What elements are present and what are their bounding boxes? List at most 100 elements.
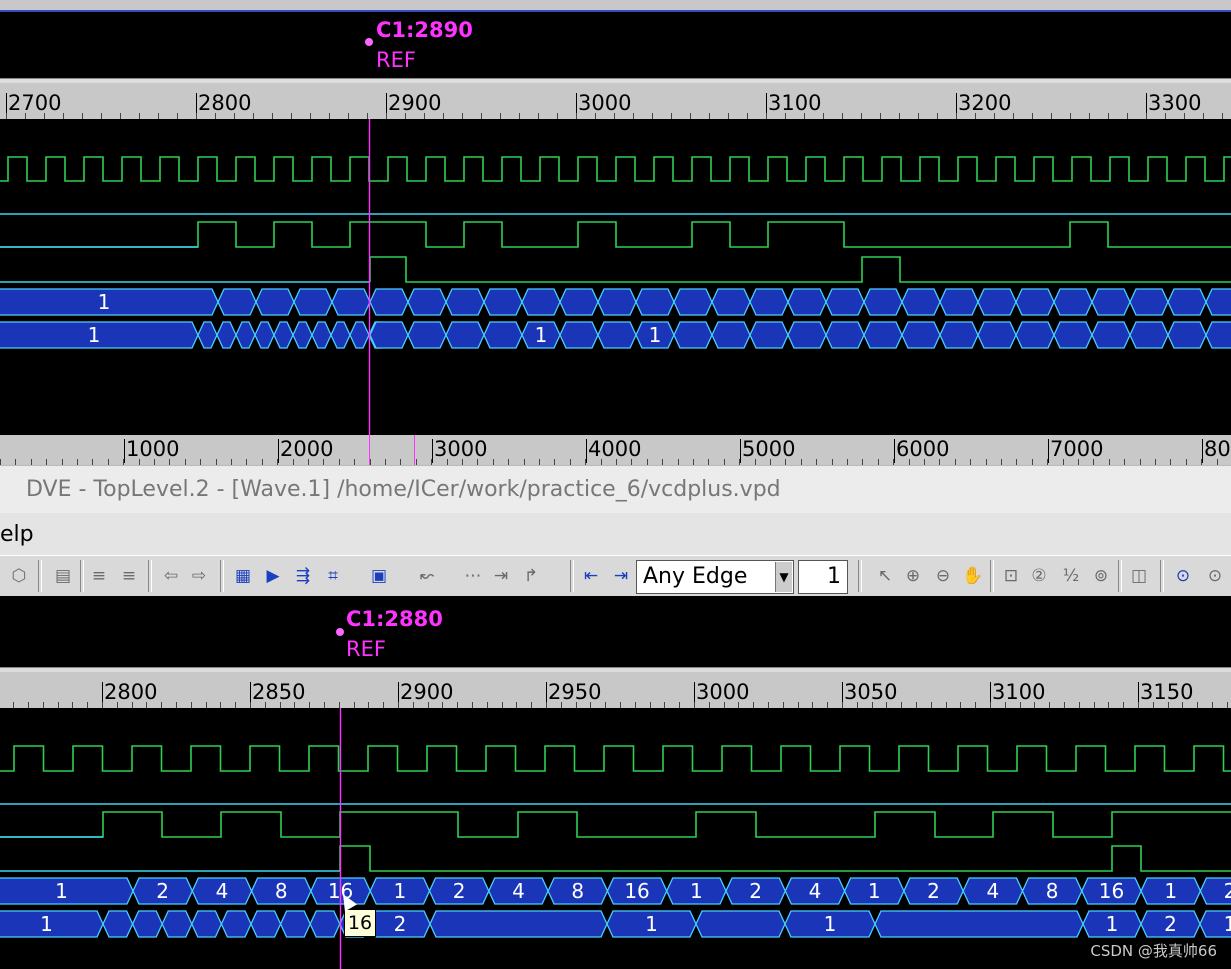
bottom-ruler-tick-label: 2950 [548,680,602,704]
top-bus-1-segment [407,288,447,316]
bottom-ruler-major-tick [694,682,695,704]
bottom-bus-1-value: 1 [393,879,406,903]
trace-driver-icon[interactable]: ⇶ [292,565,314,587]
expand-icon[interactable]: ⇥ [490,565,512,587]
toolbar: Any Edge ▼ 1 ⬡ ▤ ≡ ≡ ⇦ ⇨ ▦ ▶ ⇶ ⌗ ▣ ↜ ⋯ ⇥ ↱ ⇤ ⇥ ↖ ⊕ ⊖ ✋ ⊡ ② ½ ⊚ ◫ ⊙… [0,555,1231,597]
bottom-ruler-tick-label: 2900 [400,680,454,704]
layer-up-icon[interactable]: ≡ [88,565,110,587]
toolbar-separator [38,560,42,592]
top-bus-2-segment [1205,321,1231,349]
window-title-bar[interactable]: DVE - TopLevel.2 - [Wave.1] /home/ICer/w… [0,465,1231,514]
path-icon[interactable]: ⋯ [462,565,484,587]
top-bus-1-segment [749,288,789,316]
bottom-bus-2-value: 1 [1224,912,1231,936]
bottom-cursor-header: C1:2880 REF [0,596,1231,667]
prev-edge-icon[interactable]: ⇤ [580,565,602,587]
overview-tick-label: 2000 [280,437,334,461]
pointer-icon[interactable]: ↖ [874,565,896,587]
top-bus-1-segment [369,288,409,316]
chevron-down-icon[interactable]: ▼ [775,562,792,592]
zoom-out-icon[interactable]: ⊖ [932,565,954,587]
bottom-waveform-area[interactable]: 1 2 4 8 16 1 2 4 8 16 1 2 4 1 2 4 8 16 1 21 2 1 1 1 2 1 [0,708,1231,969]
bottom-bus-2-segment [191,910,223,938]
edge-step-input[interactable]: 1 [798,560,848,594]
top-time-ruler[interactable]: 2700 2800 2900 3000 3100 3200 3300 [0,83,1231,119]
toolbar-separator [148,560,152,592]
bus-icon[interactable]: ⬡ [8,565,30,587]
bottom-bus-2-segment [131,910,163,938]
save-icon[interactable]: ▤ [52,565,74,587]
bottom-bus-1-value: 16 [1099,879,1124,903]
top-ruler-tick-label: 2900 [388,91,442,115]
bottom-ruler-major-tick [842,682,843,704]
window-icon[interactable]: ▣ [368,565,390,587]
bottom-cursor-handle-icon[interactable] [336,628,344,636]
top-cursor-ref: REF [376,48,416,72]
menu-item-help[interactable]: elp [0,522,34,547]
overview-cursor-marker[interactable] [369,435,370,465]
bottom-bus-1-value: 1 [55,879,68,903]
bottom-ruler-major-tick [546,682,547,704]
marker-icon[interactable]: ◫ [1128,565,1150,587]
top-cursor-handle-icon[interactable] [365,38,373,46]
bottom-bus-2-segment [220,910,252,938]
top-ruler-tick-label: 3200 [958,91,1012,115]
group-icon[interactable]: ↜ [416,565,438,587]
top-bus-2-value: 1 [649,323,662,347]
go-back-icon[interactable]: ⊙ [1172,565,1194,587]
top-ruler-major-tick [766,93,767,115]
top-bus-1-segment [901,288,941,316]
top-bus-1-segment [863,288,903,316]
back-arrow-icon[interactable]: ⇦ [160,565,182,587]
overview-major-tick [1202,439,1203,463]
go-fwd-icon[interactable]: ⊙ [1204,565,1226,587]
overview-tick-label: 5000 [742,437,796,461]
bottom-time-ruler[interactable]: 2800 2850 2900 2950 3000 3050 3100 3150 [0,672,1231,708]
bottom-bus-1-value: 8 [571,879,584,903]
top-bus-2-segment [787,321,827,349]
bottom-bus-1: 1 2 4 8 16 1 2 4 8 16 1 2 4 1 2 4 8 16 1 2 [0,877,1231,905]
top-bus-2-segment [673,321,713,349]
top-bus-2-segment [407,321,447,349]
overview-ruler[interactable]: 1000 2000 3000 4000 5000 6000 7000 80 [0,435,1231,465]
top-ruler-tick-label: 3300 [1148,91,1202,115]
top-bus-2-segment [483,321,523,349]
zoom-half-icon[interactable]: ½ [1060,565,1082,587]
bottom-cursor-ref: REF [346,637,386,661]
connect-icon[interactable]: ↱ [520,565,542,587]
zoom-2-icon[interactable]: ② [1028,565,1050,587]
pan-icon[interactable]: ✋ [962,565,984,587]
bottom-bus-2-segment [429,910,608,938]
top-bus-1-segment [635,288,675,316]
schematic-icon[interactable]: ⌗ [322,565,344,587]
top-cursor-label: C1:2890 [376,18,473,42]
zoom-in-icon[interactable]: ⊕ [902,565,924,587]
top-bus-1-segment [977,288,1017,316]
toolbar-separator [570,560,574,592]
top-bus-2-segment [901,321,941,349]
toolbar-separator [858,560,862,592]
top-bus-1-segment [1205,288,1231,316]
top-bus-1-segment [331,288,371,316]
edge-type-select[interactable]: Any Edge ▼ [636,560,794,594]
forward-arrow-icon[interactable]: ⇨ [188,565,210,587]
top-waveform-area[interactable]: 1 1 1 1 [0,119,1231,435]
bottom-cursor-label: C1:2880 [346,607,443,631]
overview-view-marker[interactable] [414,435,415,465]
next-edge-icon[interactable]: ⇥ [610,565,632,587]
bottom-bus-2-value: 1 [40,912,53,936]
top-bus-1-value: 1 [98,290,111,314]
bottom-bus-2-segment [279,910,311,938]
list-view-icon[interactable]: ▦ [232,565,254,587]
bottom-bus-1-value: 8 [275,879,288,903]
top-ruler-tick-label: 3000 [578,91,632,115]
zoom-full-icon[interactable]: ⊚ [1090,565,1112,587]
signal-icon[interactable]: ▶ [262,565,284,587]
top-bus-1-segment [1129,288,1169,316]
bottom-bus-1-value: 2 [1224,879,1231,903]
layer-down-icon[interactable]: ≡ [118,565,140,587]
overview-tick-label: 4000 [588,437,642,461]
zoom-fit-icon[interactable]: ⊡ [1000,565,1022,587]
edge-type-value: Any Edge [643,564,748,589]
top-signal-3 [369,256,1231,283]
